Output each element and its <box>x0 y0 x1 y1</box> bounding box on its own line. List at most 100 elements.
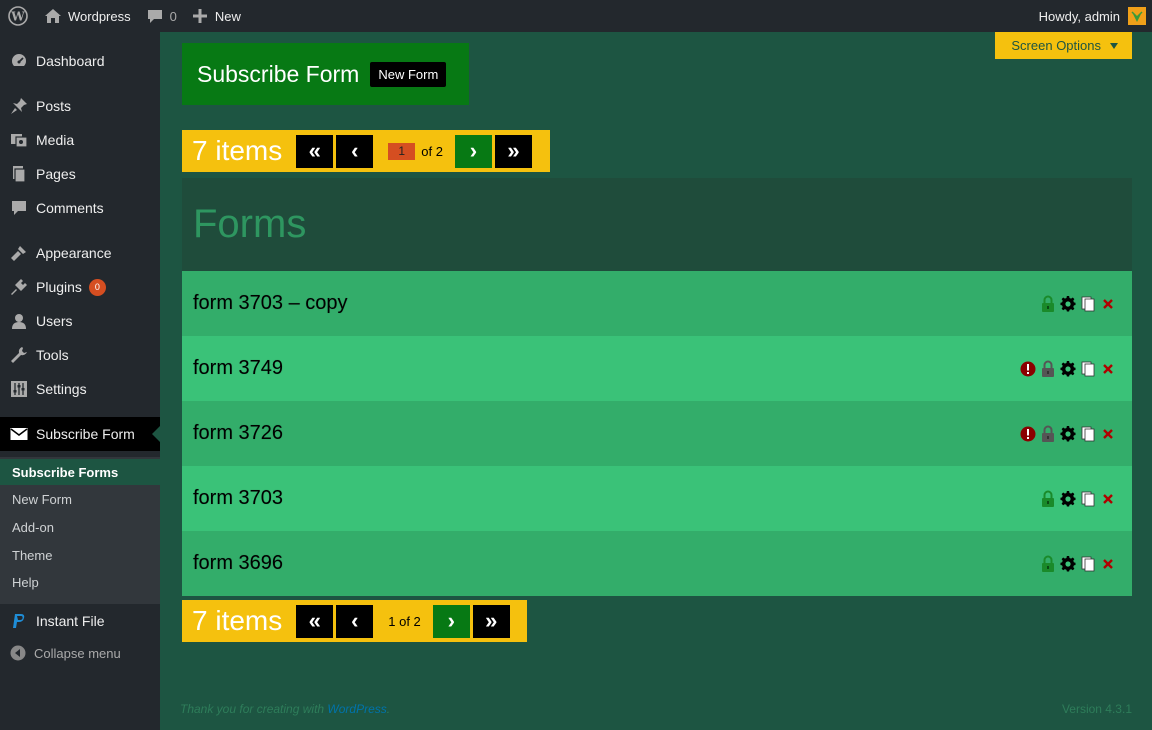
page-title: Subscribe Form <box>197 60 360 87</box>
admin-bar: W Wordpress 0 New Howdy, admin <box>0 0 1152 32</box>
form-name[interactable]: form 3703 – copy <box>193 292 348 315</box>
media-icon <box>10 131 28 149</box>
pagination-top: 7 items « ‹ 1 of 2 › » <box>182 130 550 172</box>
pages-icon <box>10 165 28 183</box>
dashboard-icon <box>10 52 28 70</box>
copy-icon[interactable] <box>1078 359 1098 379</box>
forms-list: Forms form 3703 – copy form 3749 form 3726… <box>182 178 1132 596</box>
collapse-menu-label: Collapse menu <box>34 645 121 661</box>
delete-icon[interactable] <box>1098 359 1118 379</box>
delete-icon[interactable] <box>1098 294 1118 314</box>
form-row[interactable]: form 3696 <box>182 531 1132 596</box>
form-actions <box>1018 424 1118 444</box>
warning-icon <box>1018 424 1038 444</box>
page-heading: Subscribe Form New Form <box>182 43 469 105</box>
form-actions <box>1038 294 1118 314</box>
plugins-update-badge: 0 <box>88 278 106 296</box>
gear-icon[interactable] <box>1058 554 1078 574</box>
next-page-button[interactable]: › <box>432 604 470 638</box>
site-name-link[interactable]: Wordpress <box>36 0 139 32</box>
gear-icon[interactable] <box>1058 424 1078 444</box>
items-count: 7 items <box>192 135 283 166</box>
menu-label-subscribe-form: Subscribe Form <box>36 426 135 442</box>
lock-icon[interactable] <box>1038 294 1058 314</box>
caret-down-icon <box>1110 42 1118 49</box>
new-content-link[interactable]: New <box>185 0 249 32</box>
form-row[interactable]: form 3749 <box>182 336 1132 401</box>
my-account-link[interactable]: Howdy, admin <box>1031 0 1152 32</box>
total-pages: of 2 <box>421 143 443 159</box>
delete-icon[interactable] <box>1098 424 1118 444</box>
wrench-icon <box>10 346 28 364</box>
screen-options-button[interactable]: Screen Options <box>995 32 1132 59</box>
lock-icon[interactable] <box>1038 424 1058 444</box>
paypal-icon <box>10 612 28 630</box>
menu-item-subscribe-form[interactable]: Subscribe Form <box>0 417 160 451</box>
first-page-button[interactable]: « <box>296 134 334 168</box>
lock-icon[interactable] <box>1038 489 1058 509</box>
submenu-subscribe-forms[interactable]: Subscribe Forms <box>0 459 160 485</box>
items-count: 7 items <box>192 605 283 636</box>
submenu-theme[interactable]: Theme <box>0 542 160 568</box>
prev-page-button[interactable]: ‹ <box>336 604 374 638</box>
svg-text:W: W <box>10 10 25 24</box>
last-page-button[interactable]: » <box>472 604 510 638</box>
form-row[interactable]: form 3703 – copy <box>182 271 1132 336</box>
admin-sidebar: Dashboard Posts Media Pages Comments App… <box>0 32 160 730</box>
menu-item-appearance[interactable]: Appearance <box>0 236 160 270</box>
wordpress-logo-icon[interactable]: W <box>0 0 36 32</box>
form-name[interactable]: form 3726 <box>193 422 283 445</box>
menu-label-appearance: Appearance <box>36 245 112 261</box>
footer-version: Version 4.3.1 <box>1061 702 1132 716</box>
new-form-button[interactable]: New Form <box>370 61 447 87</box>
submenu-new-form[interactable]: New Form <box>0 486 160 512</box>
form-name[interactable]: form 3696 <box>193 552 283 575</box>
menu-item-posts[interactable]: Posts <box>0 89 160 123</box>
comments-count: 0 <box>169 8 177 24</box>
form-actions <box>1018 359 1118 379</box>
copy-icon[interactable] <box>1078 294 1098 314</box>
menu-label-media: Media <box>36 132 75 148</box>
lock-icon[interactable] <box>1038 554 1058 574</box>
menu-item-media[interactable]: Media <box>0 123 160 157</box>
gear-icon[interactable] <box>1058 359 1078 379</box>
page-indicator: 1 of 2 <box>376 142 455 160</box>
current-page-input[interactable]: 1 <box>388 142 416 160</box>
prev-page-button[interactable]: ‹ <box>336 134 374 168</box>
delete-icon[interactable] <box>1098 554 1118 574</box>
lock-icon[interactable] <box>1038 359 1058 379</box>
submenu-help[interactable]: Help <box>0 569 160 595</box>
menu-label-tools: Tools <box>36 347 69 363</box>
menu-item-comments[interactable]: Comments <box>0 191 160 225</box>
form-row[interactable]: form 3726 <box>182 401 1132 466</box>
next-page-button[interactable]: › <box>454 134 492 168</box>
submenu-add-on[interactable]: Add-on <box>0 514 160 540</box>
main-content: Screen Options Subscribe Form New Form 7… <box>160 32 1152 730</box>
gear-icon[interactable] <box>1058 489 1078 509</box>
site-name: Wordpress <box>68 8 131 24</box>
form-name[interactable]: form 3749 <box>193 357 283 380</box>
gear-icon[interactable] <box>1058 294 1078 314</box>
menu-item-settings[interactable]: Settings <box>0 372 160 406</box>
pagination-bottom: 7 items « ‹ 1 of 2 › » <box>182 600 527 642</box>
first-page-button[interactable]: « <box>296 604 334 638</box>
form-row[interactable]: form 3703 <box>182 466 1132 531</box>
comments-link[interactable]: 0 <box>139 0 185 32</box>
menu-item-pages[interactable]: Pages <box>0 157 160 191</box>
delete-icon[interactable] <box>1098 489 1118 509</box>
copy-icon[interactable] <box>1078 489 1098 509</box>
menu-item-plugins[interactable]: Plugins 0 <box>0 270 160 304</box>
menu-item-dashboard[interactable]: Dashboard <box>0 44 160 78</box>
form-name[interactable]: form 3703 <box>193 487 283 510</box>
collapse-menu-button[interactable]: Collapse menu <box>0 638 160 668</box>
copy-icon[interactable] <box>1078 554 1098 574</box>
collapse-arrow-icon <box>10 645 26 661</box>
menu-label-settings: Settings <box>36 381 87 397</box>
wordpress-link[interactable]: WordPress <box>327 702 386 716</box>
copy-icon[interactable] <box>1078 424 1098 444</box>
last-page-button[interactable]: » <box>494 134 532 168</box>
menu-item-tools[interactable]: Tools <box>0 338 160 372</box>
brush-icon <box>10 244 28 262</box>
menu-item-users[interactable]: Users <box>0 304 160 338</box>
menu-item-instant-file[interactable]: Instant File <box>0 604 160 638</box>
